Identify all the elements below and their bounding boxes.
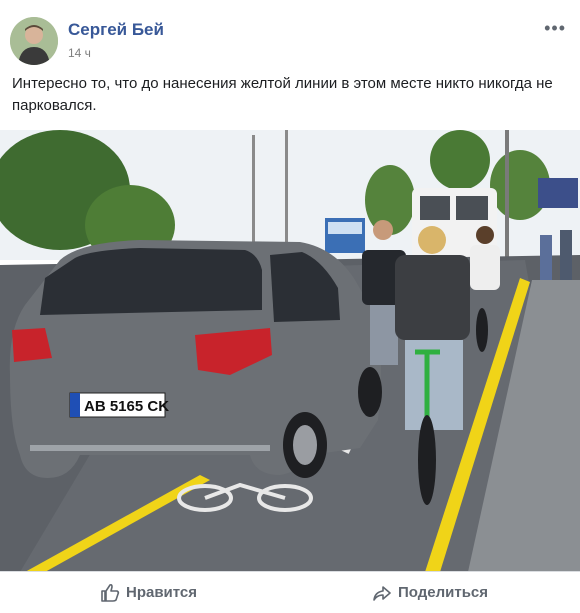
share-arrow-icon <box>373 585 391 601</box>
license-plate: AB 5165 CK <box>84 398 169 415</box>
post-text: Интересно то, что до нанесения желтой ли… <box>12 75 553 114</box>
like-label: Нравится <box>126 584 198 601</box>
street-photo: AB 5165 CK <box>0 130 580 572</box>
like-button[interactable]: Нравится <box>100 572 197 613</box>
share-label: Поделиться <box>398 584 489 601</box>
post-timestamp[interactable]: 14 ч <box>68 46 91 60</box>
avatar-image <box>10 17 58 65</box>
post-actions: Нравится Поделиться <box>0 572 580 613</box>
share-button[interactable]: Поделиться <box>372 572 488 613</box>
avatar[interactable] <box>10 17 58 65</box>
post-card: Сергей Бей 14 ч ••• Интересно то, что до… <box>0 0 580 613</box>
thumbs-up-icon <box>101 583 120 602</box>
post-photo[interactable]: AB 5165 CK <box>0 130 580 572</box>
more-options-icon[interactable]: ••• <box>544 18 566 39</box>
post-header: Сергей Бей 14 ч ••• <box>0 0 580 70</box>
author-name[interactable]: Сергей Бей <box>68 20 164 40</box>
